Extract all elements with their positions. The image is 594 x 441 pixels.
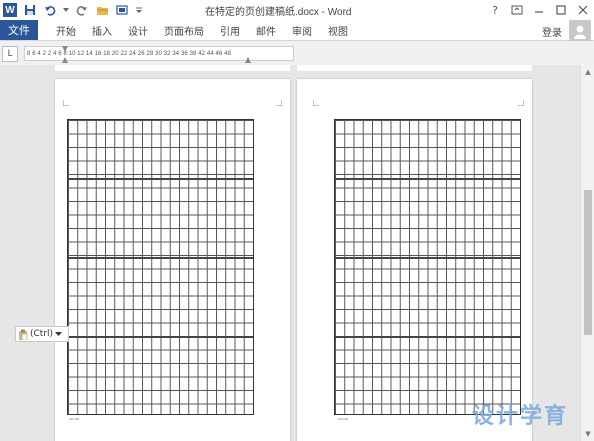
print-preview-icon[interactable] <box>115 3 129 17</box>
save-icon[interactable] <box>23 3 37 17</box>
paste-options-label: (Ctrl) <box>30 329 54 339</box>
vertical-scrollbar[interactable]: ▲ ▼ <box>580 65 594 441</box>
crop-mark-top-left <box>313 100 319 106</box>
grid-row-separator <box>68 336 253 338</box>
document-workspace: 20×20 20×20 <box>0 65 580 441</box>
ruler-bar: L 8 6 4 2 2 4 6 8 10 12 14 16 18 20 22 2… <box>0 41 594 65</box>
page-footer-right: 20×20 <box>338 417 349 421</box>
grid-row-separator <box>68 257 253 259</box>
close-button[interactable] <box>572 0 594 20</box>
grid-row-separator <box>335 336 520 338</box>
watermark-logo: 设计学育 <box>472 403 569 429</box>
maximize-button[interactable] <box>550 0 572 20</box>
ribbon-tab-bar: 文件 开始 插入 设计 页面布局 引用 邮件 审阅 视图 登录 <box>0 20 594 41</box>
crop-mark-top-left <box>63 100 69 106</box>
undo-dropdown-icon[interactable] <box>63 3 69 17</box>
tab-mailings[interactable]: 邮件 <box>248 23 284 38</box>
scroll-up-icon[interactable]: ▲ <box>582 66 594 78</box>
previous-page-left <box>55 65 290 71</box>
page-footer-left: 20×20 <box>69 417 80 421</box>
manuscript-grid-left <box>67 119 254 415</box>
grid-row-separator <box>335 257 520 259</box>
customize-qat-icon[interactable] <box>135 3 143 17</box>
grid-row-separator <box>68 178 253 180</box>
previous-page-right <box>297 65 532 71</box>
page-left[interactable]: 20×20 <box>55 79 290 441</box>
grid-row-separator <box>335 178 520 180</box>
open-folder-icon[interactable] <box>95 3 109 17</box>
tab-references[interactable]: 引用 <box>212 23 248 38</box>
quick-access-toolbar: W <box>0 3 143 17</box>
minimize-button[interactable] <box>528 0 550 20</box>
tab-review[interactable]: 审阅 <box>284 23 320 38</box>
page-right[interactable]: 20×20 <box>297 79 532 441</box>
paste-options-button[interactable]: (Ctrl) <box>15 326 69 342</box>
window-controls: ? <box>484 0 594 20</box>
sign-in-link[interactable]: 登录 <box>542 24 562 39</box>
tab-home[interactable]: 开始 <box>48 23 84 38</box>
user-avatar-icon[interactable] <box>569 20 591 42</box>
title-bar: W 在特定的页创建稿纸.docx - Word ? <box>0 0 594 20</box>
tab-selector[interactable]: L <box>2 46 18 62</box>
crop-mark-top-right <box>276 100 282 106</box>
undo-icon[interactable] <box>43 3 57 17</box>
ruler-ticks: 8 6 4 2 2 4 6 8 10 12 14 16 18 20 22 24 … <box>27 50 232 57</box>
redo-icon[interactable] <box>75 3 89 17</box>
scrollbar-thumb[interactable] <box>584 190 592 335</box>
tab-page-layout[interactable]: 页面布局 <box>156 23 212 38</box>
scroll-down-icon[interactable]: ▼ <box>582 428 594 440</box>
tab-design[interactable]: 设计 <box>120 23 156 38</box>
crop-mark-top-right <box>518 100 524 106</box>
manuscript-grid-right <box>334 119 521 415</box>
chevron-down-icon <box>55 332 63 336</box>
tab-insert[interactable]: 插入 <box>84 23 120 38</box>
clipboard-icon <box>19 329 28 340</box>
help-button[interactable]: ? <box>484 0 506 20</box>
tab-file[interactable]: 文件 <box>0 20 38 40</box>
word-app-icon[interactable]: W <box>3 3 17 17</box>
ribbon-display-options-icon[interactable] <box>506 0 528 20</box>
tab-view[interactable]: 视图 <box>320 23 356 38</box>
window-title: 在特定的页创建稿纸.docx - Word <box>205 7 352 18</box>
